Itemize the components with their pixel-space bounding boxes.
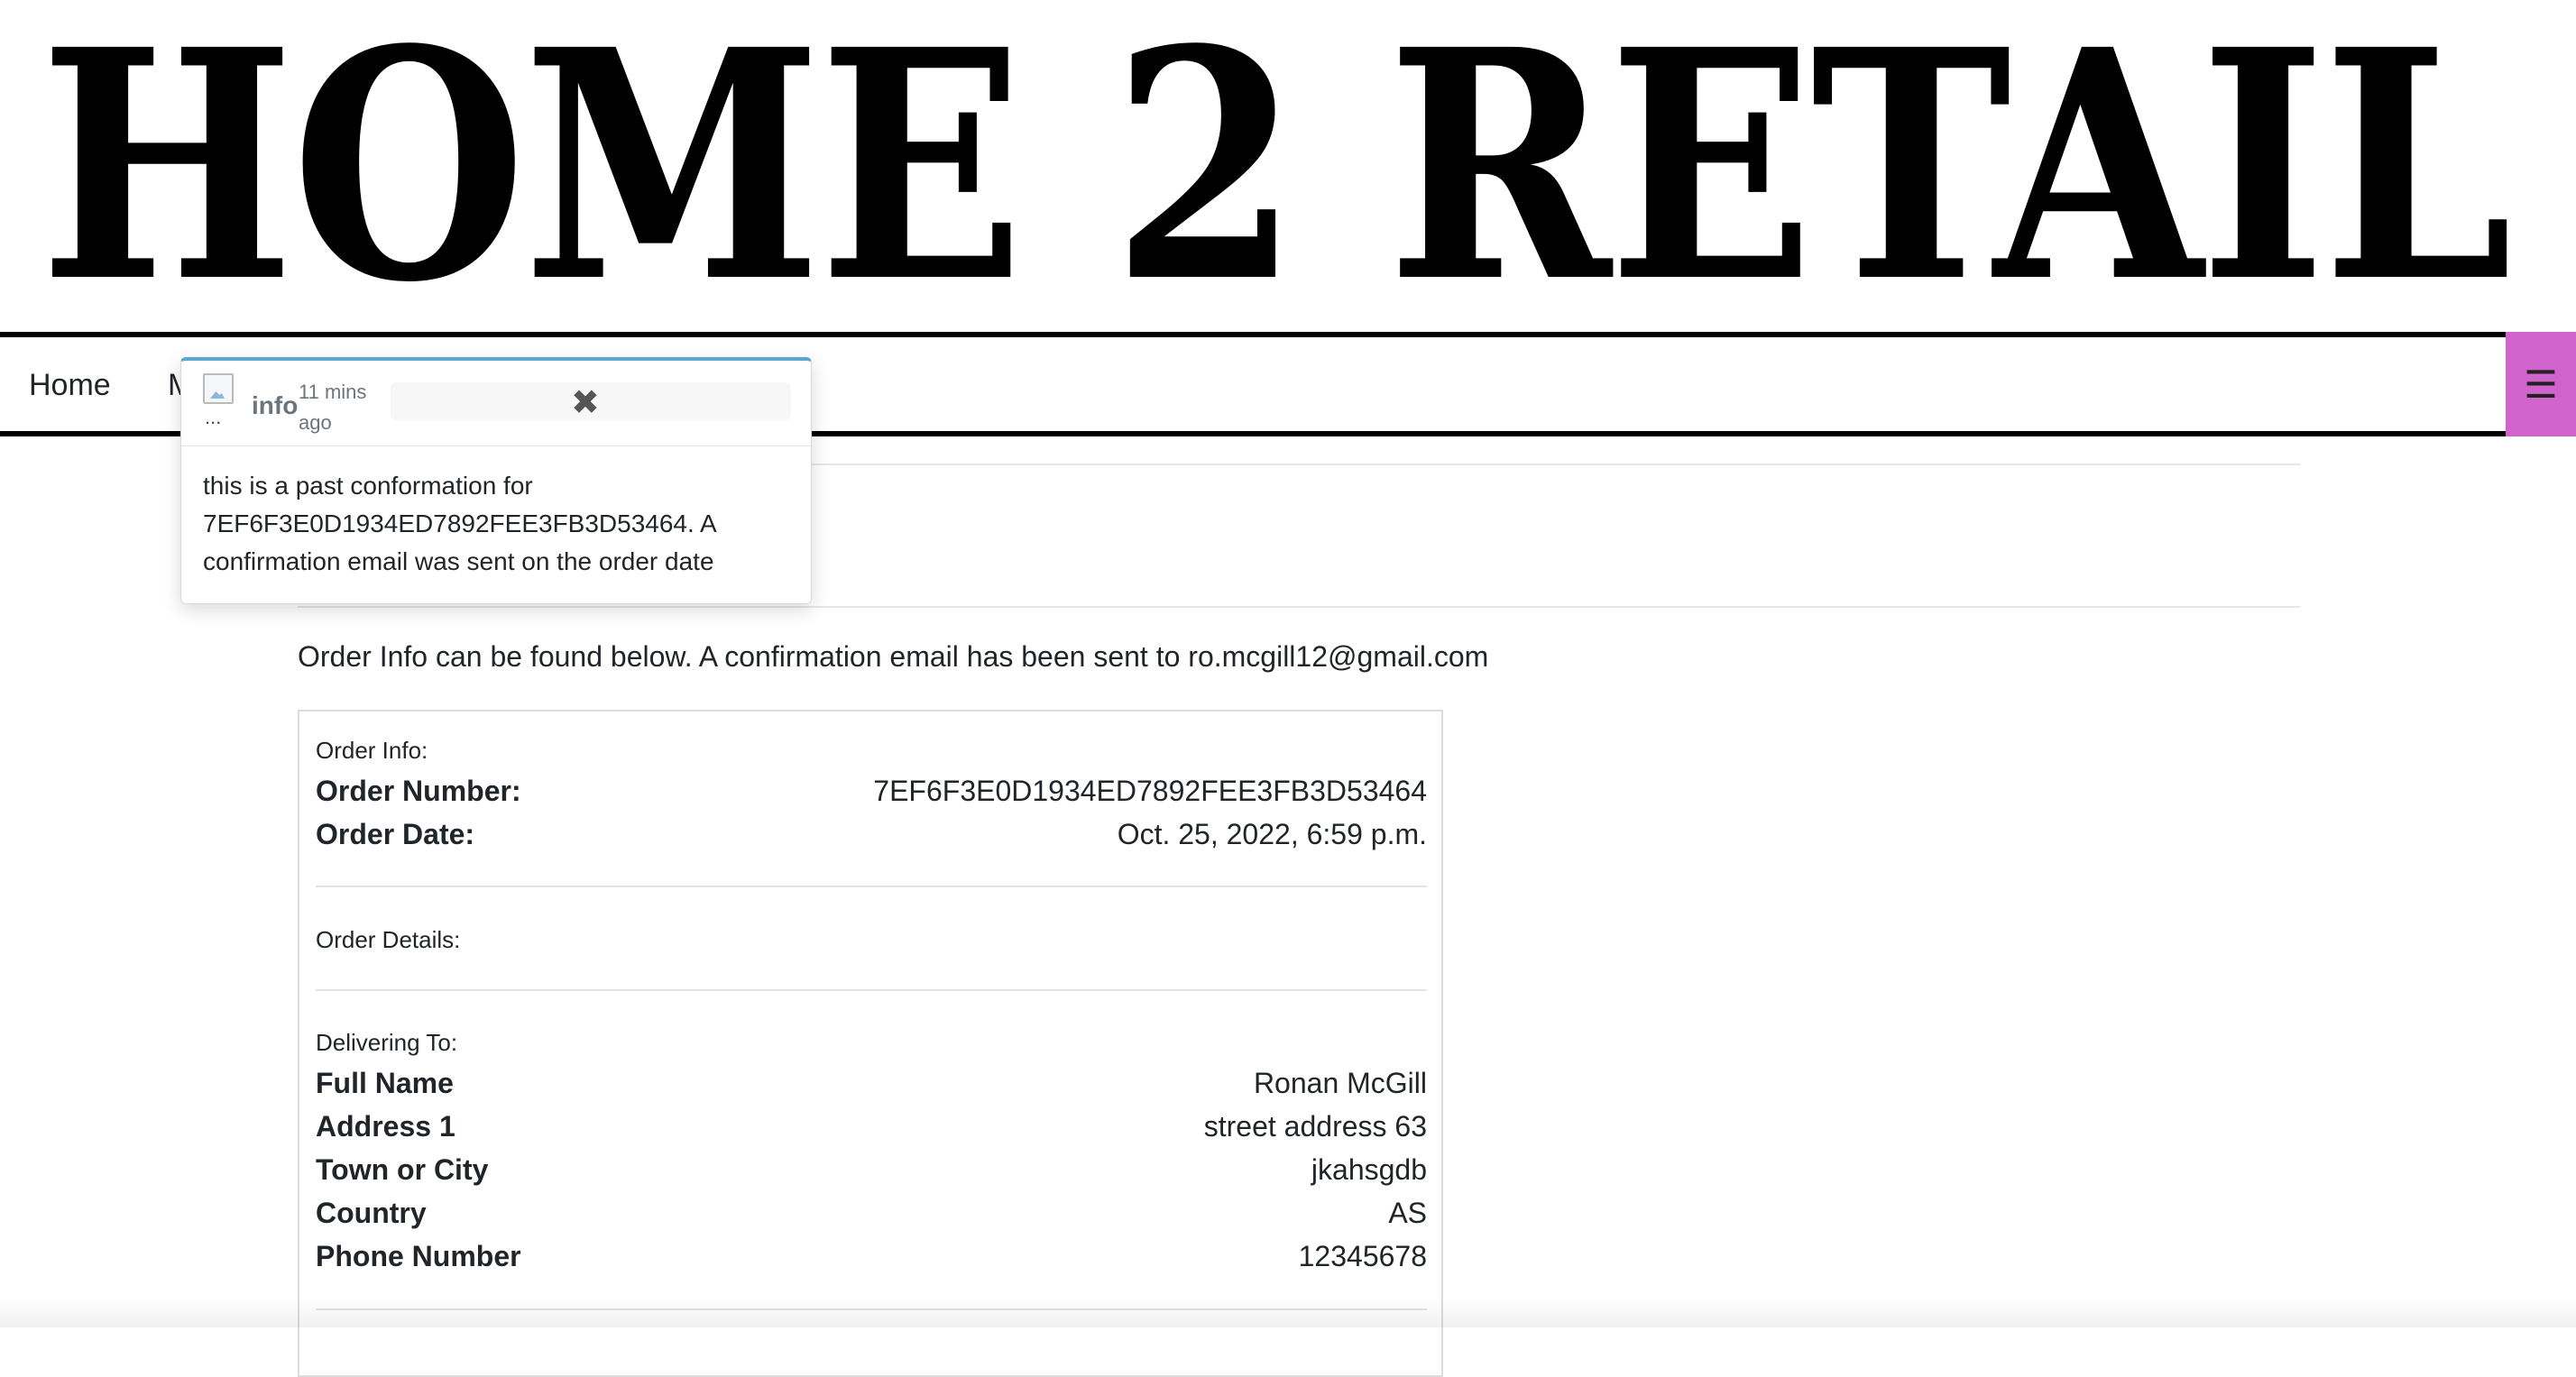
info-toast: ... info 11 mins ago ✖ this is a past co… — [180, 357, 812, 604]
delivery-row-value: Ronan McGill — [1253, 1067, 1427, 1099]
toast-message: this is a past conformation for 7EF6F3E0… — [203, 472, 716, 575]
order-date-value: Oct. 25, 2022, 6:59 p.m. — [1117, 818, 1427, 850]
site-logo[interactable]: HOME 2 RETAIL — [40, 0, 2513, 332]
card-divider — [316, 989, 1427, 991]
bottom-shadow — [0, 1299, 2576, 1327]
delivering-to-heading: Delivering To: — [316, 1029, 458, 1056]
order-number-label: Order Number: — [316, 775, 521, 807]
delivery-row-value: 12345678 — [1298, 1240, 1427, 1272]
menu-toggle-button[interactable]: ☰ — [2506, 332, 2576, 436]
order-date-label: Order Date: — [316, 818, 475, 850]
delivery-row: Phone Number 12345678 — [316, 1240, 1427, 1283]
delivery-row: Full Name Ronan McGill — [316, 1067, 1427, 1110]
hamburger-icon: ☰ — [2524, 363, 2558, 406]
delivery-row-value: street address 63 — [1203, 1110, 1427, 1143]
order-number-row: Order Number: 7EF6F3E0D1934ED7892FEE3FB3… — [316, 775, 1427, 818]
delivery-row-label: Address 1 — [316, 1110, 455, 1143]
order-details-heading: Order Details: — [316, 926, 461, 953]
delivery-row-label: Phone Number — [316, 1240, 521, 1272]
close-icon[interactable]: ✖ — [571, 382, 600, 423]
toast-timestamp: 11 mins ago — [299, 381, 367, 434]
delivery-row: Country AS — [316, 1197, 1427, 1240]
delivery-row-value: AS — [1388, 1197, 1427, 1229]
delivery-row-label: Town or City — [316, 1153, 489, 1186]
confirmation-intro-text: Order Info can be found below. A confirm… — [298, 640, 1489, 673]
divider — [298, 606, 2300, 608]
site-header: HOME 2 RETAIL — [0, 0, 2576, 332]
order-date-row: Order Date: Oct. 25, 2022, 6:59 p.m. — [316, 818, 1427, 861]
order-info-heading: Order Info: — [316, 737, 428, 764]
card-divider — [316, 886, 1427, 887]
delivery-row-value: jkahsgdb — [1311, 1153, 1427, 1186]
delivery-row-label: Full Name — [316, 1067, 454, 1099]
toast-header: ... info 11 mins ago ✖ — [181, 361, 811, 446]
toast-title: info — [252, 391, 299, 419]
nav-home-link[interactable]: Home — [29, 368, 111, 403]
delivery-row-label: Country — [316, 1197, 427, 1229]
order-number-value: 7EF6F3E0D1934ED7892FEE3FB3D53464 — [873, 775, 1427, 807]
order-summary-card: Order Info: Order Number: 7EF6F3E0D1934E… — [298, 710, 1443, 1377]
delivery-row: Address 1 street address 63 — [316, 1110, 1427, 1153]
toast-image-alt: ... — [205, 406, 222, 428]
delivery-row: Town or City jkahsgdb — [316, 1153, 1427, 1197]
